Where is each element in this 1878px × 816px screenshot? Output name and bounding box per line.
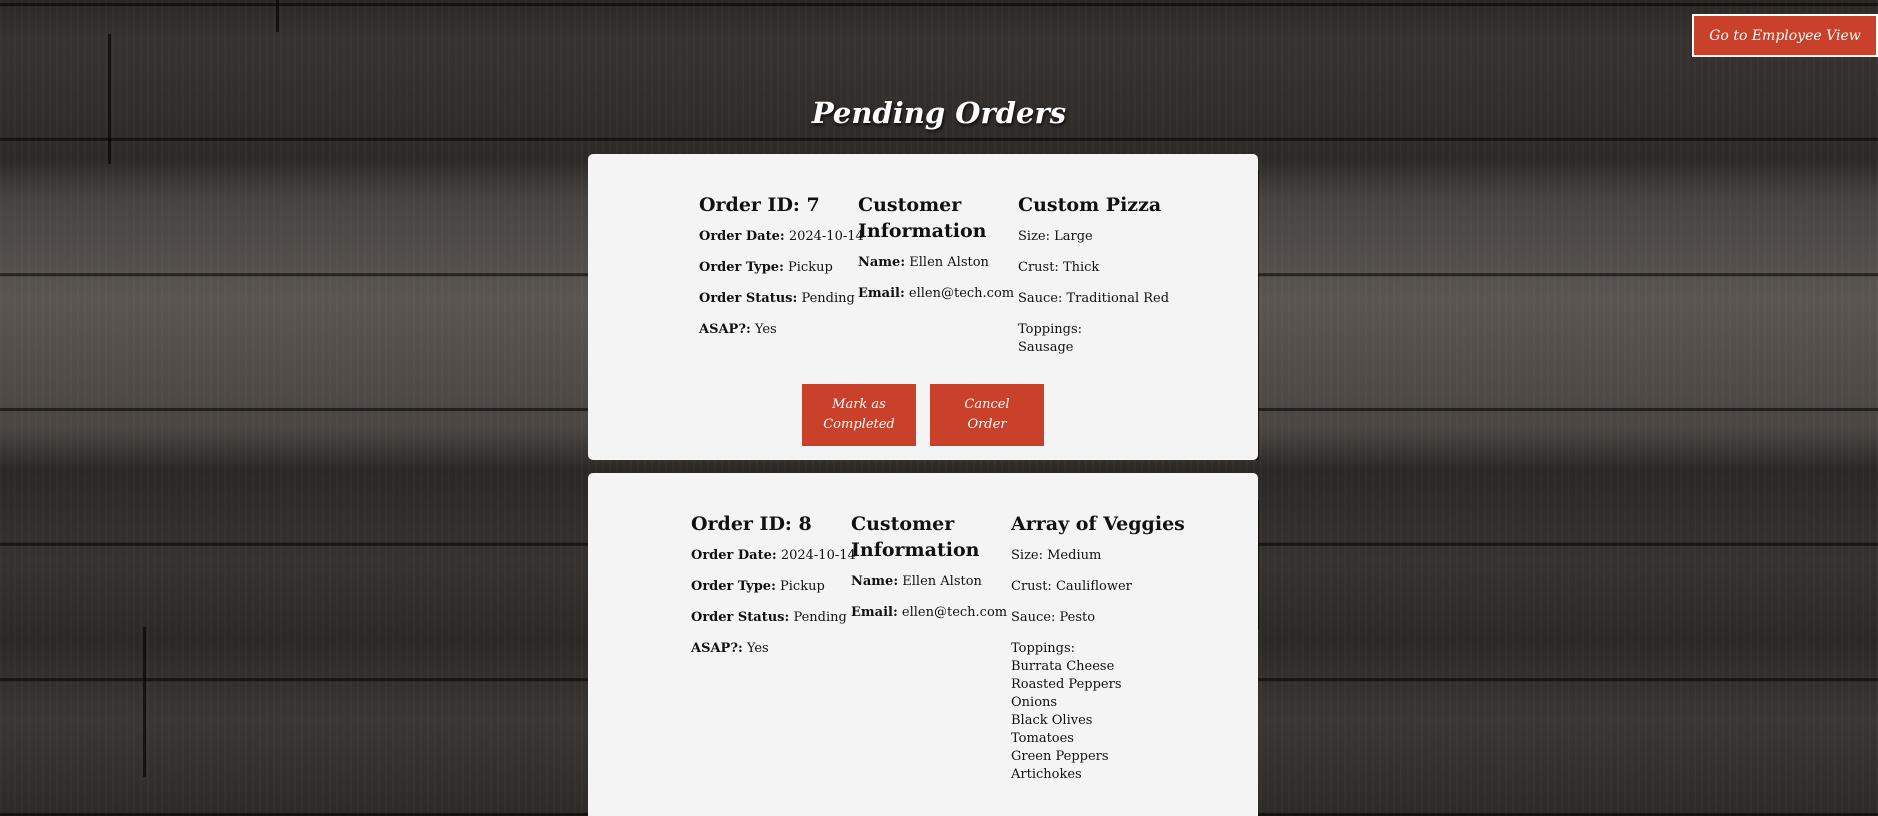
order-status-label: Order Status: [699,291,798,306]
order-status-value: Pending [801,291,855,306]
customer-email-label: Email: [858,286,905,301]
customer-email-field: Email: ellen@tech.com [851,604,1007,622]
order-status-value: Pending [793,610,847,625]
order-id-heading: Order ID: 7 [699,194,820,216]
go-to-employee-view-button[interactable]: Go to Employee View [1692,14,1878,57]
customer-info-heading: Customer Information [851,513,980,561]
customer-info-heading: Customer Information [858,194,987,242]
asap-field: ASAP?: Yes [699,321,864,339]
order-date-field: Order Date: 2024-10-14 [699,228,864,246]
topping-item: Onions [1011,695,1058,710]
pizza-crust: Crust: Cauliflower [1011,579,1132,594]
order-type-field: Order Type: Pickup [691,578,856,596]
customer-name-label: Name: [851,574,899,589]
pizza-name-heading: Array of Veggies [1011,513,1185,535]
toppings-list: Toppings: Sausage [1018,321,1169,357]
pizza-crust: Crust: Thick [1018,260,1100,275]
topping-item: Tomatoes [1011,731,1074,746]
toppings-label: Toppings: [1018,322,1083,337]
pizza-size: Size: Medium [1011,548,1102,563]
order-date-value: 2024-10-14 [788,229,864,244]
customer-name-field: Name: Ellen Alston [851,573,991,591]
order-details-column: Order ID: 8 Order Date: 2024-10-14 Order… [691,511,856,671]
asap-value: Yes [754,322,777,337]
order-card: Order ID: 7 Order Date: 2024-10-14 Order… [588,154,1258,460]
topping-item: Green Peppers [1011,749,1109,764]
cancel-order-button[interactable]: Cancel Order [930,384,1044,446]
page-title: Pending Orders [811,96,1067,130]
topping-item: Roasted Peppers [1011,677,1122,692]
customer-name-field: Name: Ellen Alston [858,254,998,272]
mark-completed-button[interactable]: Mark as Completed [802,384,916,446]
customer-name-label: Name: [858,255,906,270]
customer-email-field: Email: ellen@tech.com [858,285,1014,303]
order-date-field: Order Date: 2024-10-14 [691,547,856,565]
wood-seam [143,627,146,777]
asap-value: Yes [746,641,769,656]
asap-label: ASAP?: [691,641,743,656]
customer-name-value: Ellen Alston [909,255,989,270]
order-type-value: Pickup [788,260,833,275]
customer-email-label: Email: [851,605,898,620]
pizza-size: Size: Large [1018,229,1093,244]
order-type-value: Pickup [780,579,825,594]
order-status-label: Order Status: [691,610,790,625]
order-details-column: Order ID: 7 Order Date: 2024-10-14 Order… [699,192,864,352]
order-card: Order ID: 8 Order Date: 2024-10-14 Order… [588,473,1258,816]
customer-info-column: Customer Information Name: Ellen Alston … [851,511,1007,635]
toppings-label: Toppings: [1011,641,1076,656]
order-status-field: Order Status: Pending [699,290,864,308]
topping-item: Artichokes [1011,767,1082,782]
order-type-label: Order Type: [691,579,776,594]
order-id-heading: Order ID: 8 [691,513,812,535]
order-type-label: Order Type: [699,260,784,275]
wood-seam [276,0,279,32]
order-date-value: 2024-10-14 [780,548,856,563]
pizza-column: Array of Veggies Size: Medium Crust: Cau… [1011,511,1185,784]
order-date-label: Order Date: [691,548,777,563]
customer-info-column: Customer Information Name: Ellen Alston … [858,192,1014,316]
topping-item: Burrata Cheese [1011,659,1115,674]
order-actions: Mark as Completed Cancel Order [588,384,1258,446]
pizza-sauce: Sauce: Traditional Red [1018,291,1170,306]
toppings-list: Toppings: Burrata Cheese Roasted Peppers… [1011,640,1185,784]
customer-email-value: ellen@tech.com [908,286,1015,301]
topping-item: Sausage [1018,340,1074,355]
pizza-sauce: Sauce: Pesto [1011,610,1096,625]
pizza-name-heading: Custom Pizza [1018,194,1162,216]
order-type-field: Order Type: Pickup [699,259,864,277]
customer-email-value: ellen@tech.com [901,605,1008,620]
order-date-label: Order Date: [699,229,785,244]
customer-name-value: Ellen Alston [902,574,982,589]
pizza-column: Custom Pizza Size: Large Crust: Thick Sa… [1018,192,1169,357]
order-status-field: Order Status: Pending [691,609,856,627]
asap-field: ASAP?: Yes [691,640,856,658]
asap-label: ASAP?: [699,322,751,337]
topping-item: Black Olives [1011,713,1093,728]
